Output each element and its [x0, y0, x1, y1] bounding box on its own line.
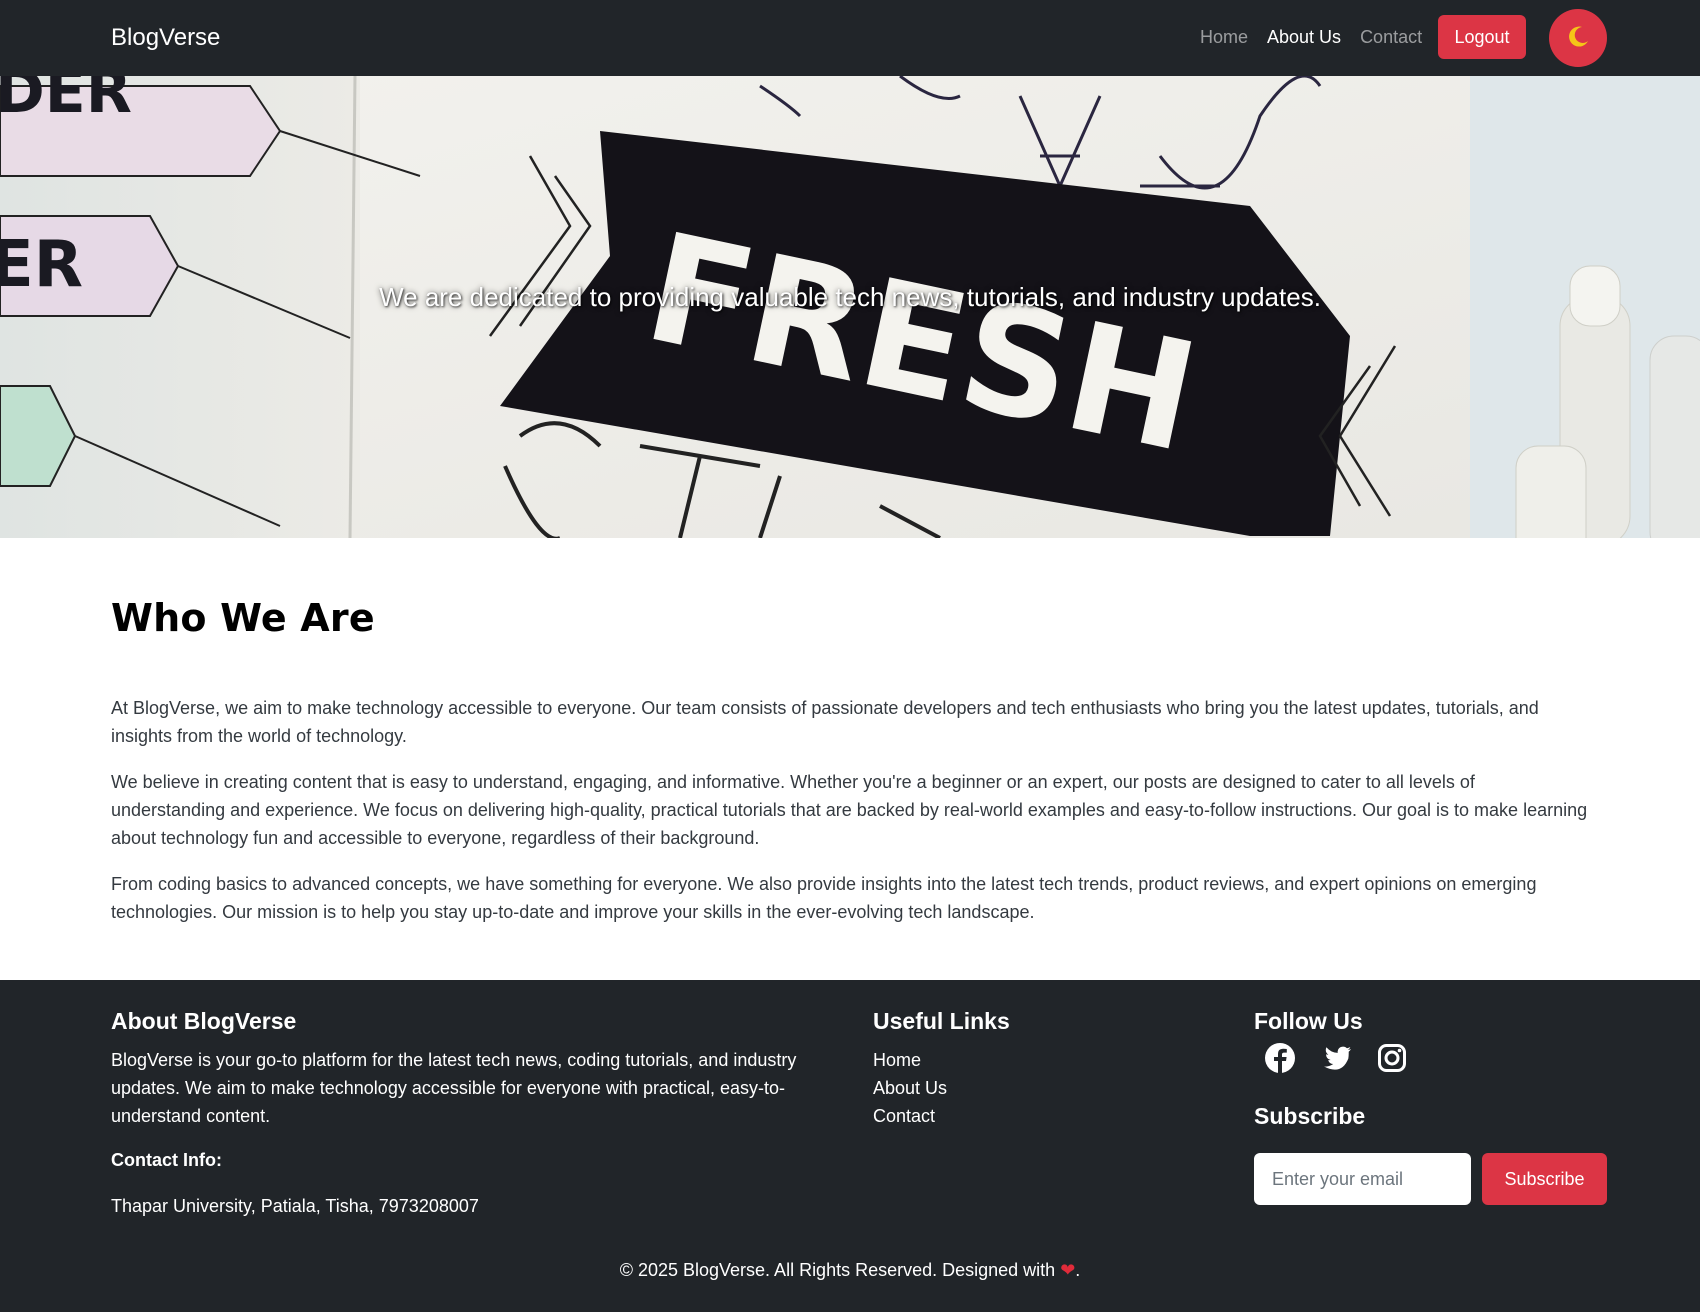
nav-links: Home About Us Contact: [1200, 27, 1422, 48]
about-paragraph-1: At BlogVerse, we aim to make technology …: [111, 698, 1539, 746]
contact-info-label: Contact Info:: [111, 1150, 222, 1170]
svg-text:DER: DER: [0, 76, 132, 127]
footer-link-home[interactable]: Home: [873, 1046, 947, 1074]
contact-info-value: Thapar University, Patiala, Tisha, 79732…: [111, 1196, 479, 1216]
footer-link-contact[interactable]: Contact: [873, 1102, 947, 1130]
footer-links: Home About Us Contact: [873, 1046, 947, 1130]
footer-about-text: BlogVerse is your go-to platform for the…: [111, 1050, 797, 1126]
nav-link-home[interactable]: Home: [1200, 27, 1248, 48]
instagram-icon[interactable]: [1376, 1042, 1410, 1076]
facebook-icon[interactable]: [1264, 1042, 1298, 1076]
page-title: Who We Are: [111, 596, 375, 640]
subscribe-heading: Subscribe: [1254, 1103, 1366, 1129]
copyright-text: © 2025 BlogVerse. All Rights Reserved. D…: [619, 1260, 1056, 1280]
twitter-icon[interactable]: [1320, 1042, 1354, 1076]
about-paragraph-2: We believe in creating content that is e…: [111, 772, 1588, 848]
footer-links-heading: Useful Links: [873, 1008, 1010, 1034]
social-links: [1264, 1042, 1410, 1076]
nav-link-about-us[interactable]: About Us: [1267, 27, 1341, 48]
email-input[interactable]: [1254, 1153, 1471, 1205]
about-section: Who We Are At BlogVerse, we aim to make …: [111, 596, 1591, 922]
logout-button[interactable]: Logout: [1438, 15, 1526, 59]
footer-about-heading: About BlogVerse: [111, 1008, 297, 1034]
nav-link-contact[interactable]: Contact: [1360, 27, 1422, 48]
hero-tagline: We are dedicated to providing valuable t…: [379, 282, 1321, 312]
copyright-suffix: .: [1075, 1260, 1081, 1280]
theme-toggle-button[interactable]: [1549, 9, 1607, 67]
heart-icon: ❤: [1060, 1260, 1076, 1280]
subscribe-button[interactable]: Subscribe: [1482, 1153, 1607, 1205]
brand-logo[interactable]: BlogVerse: [111, 24, 220, 52]
footer-link-about-us[interactable]: About Us: [873, 1074, 947, 1102]
moon-icon: [1565, 24, 1591, 53]
copyright: © 2025 BlogVerse. All Rights Reserved. D…: [0, 1260, 1700, 1281]
hero-banner: DER ER FRESH We are dedicated to providi…: [0, 76, 1700, 538]
about-paragraph-3: From coding basics to advanced concepts,…: [111, 874, 1537, 922]
navbar: BlogVerse Home About Us Contact Logout: [0, 0, 1700, 76]
follow-us-heading: Follow Us: [1254, 1008, 1363, 1034]
